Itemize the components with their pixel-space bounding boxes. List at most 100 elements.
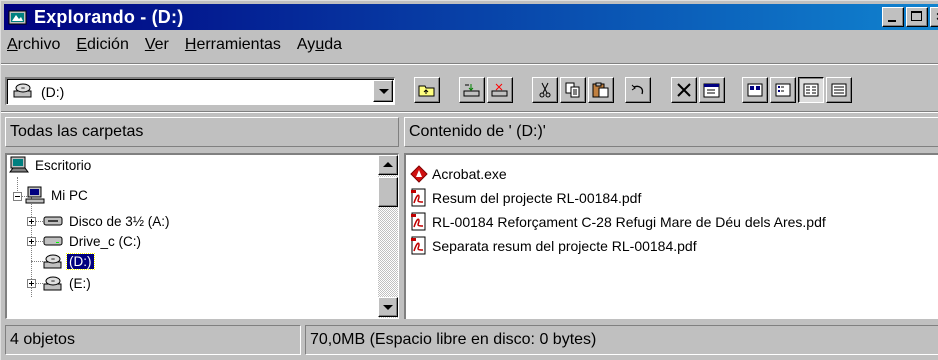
cd-drive-icon [13,81,33,102]
explorer-icon [8,8,28,26]
tree-line [35,283,43,284]
undo-icon [631,84,644,95]
small-icons-view-icon [775,83,791,97]
tree-line [35,241,43,242]
status-count-text: 4 objetos [10,331,75,348]
paste-icon [592,82,609,98]
tree-item-d-drive[interactable]: (D:) [43,251,95,271]
scroll-thumb[interactable] [378,177,398,207]
small-icons-view-button[interactable] [770,77,796,103]
toolbar: (D:) [1,77,938,107]
expand-floppy-toggle[interactable] [27,217,36,226]
file-name: RL-00184 Reforçament C-28 Refugi Mare de… [432,214,826,230]
folder-tree[interactable]: Escritorio Mi PC Disco de 3½ (A:) Drive_… [5,153,399,319]
contents-list[interactable]: Acrobat.exe Resum del projecte RL-00184.… [404,153,938,319]
disconnect-drive-button[interactable] [487,77,513,103]
tree-item-mi-pc[interactable]: Mi PC [25,185,90,205]
delete-icon [677,83,691,97]
cd-drive-icon [43,276,62,291]
tree-item-label: Drive_c (C:) [69,233,142,249]
address-combo[interactable]: (D:) [5,77,395,105]
map-drive-button[interactable] [459,77,485,103]
status-object-count: 4 objetos [5,325,301,355]
large-icons-view-icon [747,83,763,97]
menu-edicion[interactable]: Edición [68,36,136,54]
tree-item-label: Escritorio [35,157,92,173]
maximize-icon [911,11,922,21]
file-name: Separata resum del projecte RL-00184.pdf [432,238,697,254]
menu-ayuda[interactable]: Ayuda [289,36,350,54]
status-space-text: 70,0MB (Espacio libre en disco: 0 bytes) [310,331,597,348]
scroll-down-button[interactable] [378,297,398,317]
tree-item-escritorio[interactable]: Escritorio [9,155,93,175]
floppy-drive-icon [43,216,63,226]
collapse-mi-pc-toggle[interactable] [13,192,22,201]
desktop-icon [9,156,29,173]
minimize-button[interactable] [882,7,904,27]
contents-pane-header: Contenido de ' (D:)' [404,117,938,147]
properties-button[interactable] [699,77,725,103]
menu-ver[interactable]: Ver [137,36,177,54]
paste-button[interactable] [588,77,614,103]
file-item[interactable]: Separata resum del projecte RL-00184.pdf [410,235,697,257]
menu-archivo[interactable]: Archivo [5,36,68,54]
contents-pane-title: Contenido de ' (D:)' [409,123,546,140]
folders-pane-title: Todas las carpetas [10,123,144,140]
scroll-up-button[interactable] [378,155,398,175]
tree-item-label: Disco de 3½ (A:) [69,213,170,229]
file-item[interactable]: RL-00184 Reforçament C-28 Refugi Mare de… [410,211,826,233]
map-drive-icon [463,84,480,97]
tree-item-drive-c[interactable]: Drive_c (C:) [43,231,143,251]
menu-bar: Archivo Edición Ver Herramientas Ayuda [5,32,350,58]
tree-item-label: (E:) [69,275,91,291]
menu-separator [1,63,938,65]
up-folder-icon [418,85,435,97]
tree-line [31,261,43,262]
up-folder-button[interactable] [414,77,440,103]
file-item[interactable]: Acrobat.exe [410,163,507,185]
file-item[interactable]: Resum del projecte RL-00184.pdf [410,187,641,209]
expand-drive-c-toggle[interactable] [27,237,36,246]
list-view-icon [803,83,819,97]
explorer-window: Explorando - (D:) × Archivo Edición Ver … [0,0,938,360]
tree-item-e-drive[interactable]: (E:) [43,273,93,293]
disconnect-drive-icon [491,83,508,97]
copy-icon [565,82,580,98]
address-value: (D:) [41,83,65,100]
close-button[interactable]: × [930,7,938,27]
delete-button[interactable] [671,77,697,103]
expand-e-drive-toggle[interactable] [27,279,36,288]
details-view-button[interactable] [826,77,852,103]
file-name: Acrobat.exe [432,166,507,182]
file-name: Resum del projecte RL-00184.pdf [432,190,642,206]
undo-button[interactable] [625,77,651,103]
cut-icon [539,82,551,98]
hard-drive-icon [43,236,63,246]
tree-line [35,221,43,222]
toolbar-separator [1,111,938,113]
my-computer-icon [25,186,45,204]
pdf-icon [411,236,426,255]
tree-line [17,177,18,191]
cd-drive-icon [43,254,62,269]
large-icons-view-button[interactable] [742,77,768,103]
folders-pane-header: Todas las carpetas [5,117,399,147]
tree-item-label: Mi PC [51,187,88,203]
copy-button[interactable] [560,77,586,103]
details-view-icon [831,83,847,97]
acrobat-exe-icon [410,165,428,183]
maximize-button[interactable] [906,7,928,27]
tree-vertical-scrollbar[interactable] [378,155,398,318]
title-bar[interactable]: Explorando - (D:) × [4,4,938,30]
tree-item-label: (D:) [66,252,95,270]
list-view-button[interactable] [798,77,824,103]
properties-icon [703,83,720,98]
cut-button[interactable] [532,77,558,103]
pdf-icon [411,212,426,231]
window-title: Explorando - (D:) [34,6,184,27]
status-disk-space: 70,0MB (Espacio libre en disco: 0 bytes) [305,325,938,355]
minimize-icon [888,20,896,22]
tree-item-floppy[interactable]: Disco de 3½ (A:) [43,211,172,231]
address-dropdown-button[interactable] [373,80,393,102]
menu-herramientas[interactable]: Herramientas [177,36,289,54]
